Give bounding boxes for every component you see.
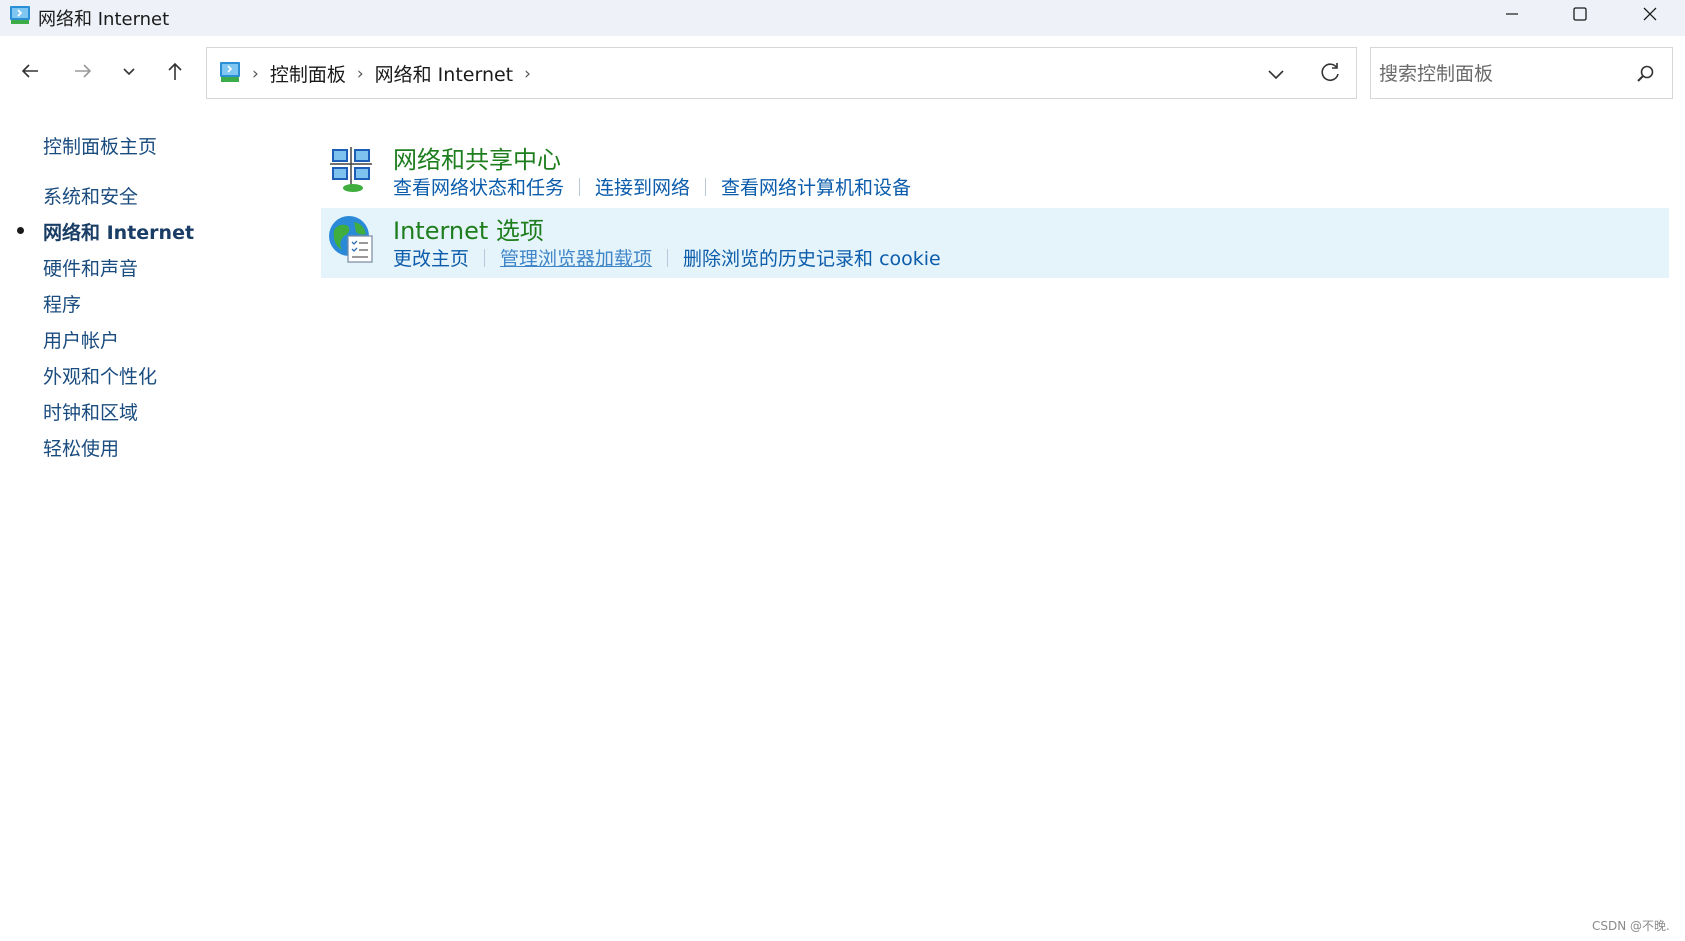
category-links: 更改主页 管理浏览器加载项 删除浏览的历史记录和 cookie [393,244,941,271]
address-history-dropdown[interactable] [1262,61,1290,87]
breadcrumb-network-internet[interactable]: 网络和 Internet [375,60,513,87]
link-divider [484,248,486,267]
back-button[interactable] [14,57,46,89]
sidebar-item-clock-region[interactable]: 时钟和区域 [43,398,138,425]
sidebar-item-programs[interactable]: 程序 [43,290,81,317]
recent-locations-button[interactable] [113,57,145,89]
sidebar-item-ease-of-access[interactable]: 轻松使用 [43,434,119,461]
chevron-down-icon [1262,70,1290,91]
breadcrumb-control-panel[interactable]: 控制面板 [270,60,346,87]
sidebar-item-system-security[interactable]: 系统和安全 [43,182,138,209]
link-view-network-status[interactable]: 查看网络状态和任务 [393,173,564,200]
network-sharing-icon[interactable] [326,141,378,195]
sidebar-item-user-accounts[interactable]: 用户帐户 [43,326,119,353]
breadcrumb-separator[interactable]: › [357,64,364,84]
link-view-network-computers[interactable]: 查看网络计算机和设备 [721,173,911,200]
up-button[interactable] [159,57,191,89]
search-input[interactable] [1379,60,1619,88]
arrow-up-icon [164,60,186,86]
active-bullet [17,227,24,234]
link-divider [667,248,669,267]
link-delete-browsing-history[interactable]: 删除浏览的历史记录和 cookie [683,244,941,271]
maximize-button[interactable] [1545,0,1615,32]
arrow-left-icon [19,60,41,86]
breadcrumb: › 控制面板 › 网络和 Internet › [252,60,542,87]
close-button[interactable] [1615,0,1685,32]
sidebar-item-home[interactable]: 控制面板主页 [43,132,157,159]
control-panel-icon [218,60,244,84]
sidebar-item-hardware-sound[interactable]: 硬件和声音 [43,254,138,281]
breadcrumb-separator[interactable]: › [524,64,531,84]
internet-options-icon[interactable] [326,212,378,266]
link-divider [579,177,581,196]
sidebar-item-network-internet[interactable]: 网络和 Internet [43,218,194,245]
link-divider [705,177,707,196]
refresh-icon [1317,63,1343,90]
category-title-network-sharing[interactable]: 网络和共享中心 [393,140,561,175]
close-icon [1642,6,1658,27]
link-change-homepage[interactable]: 更改主页 [393,244,469,271]
forward-button[interactable] [67,57,99,89]
breadcrumb-separator[interactable]: › [252,64,259,84]
search-icon[interactable] [1634,63,1656,85]
maximize-icon [1572,6,1588,27]
title-bar: 网络和 Internet [0,0,1685,36]
search-box[interactable] [1370,47,1673,99]
category-title-internet-options[interactable]: Internet 选项 [393,211,544,246]
category-internet-options: Internet 选项 更改主页 管理浏览器加载项 删除浏览的历史记录和 coo… [321,208,1669,278]
control-panel-icon [9,4,33,26]
category-network-sharing: 网络和共享中心 查看网络状态和任务 连接到网络 查看网络计算机和设备 [321,137,1669,207]
chevron-down-icon [120,62,138,84]
address-bar[interactable]: › 控制面板 › 网络和 Internet › [206,47,1357,99]
link-connect-to-network[interactable]: 连接到网络 [595,173,690,200]
link-manage-addons[interactable]: 管理浏览器加载项 [500,244,652,271]
minimize-button[interactable] [1477,0,1547,32]
window-title: 网络和 Internet [38,9,170,30]
refresh-button[interactable] [1317,60,1343,86]
control-panel-window: 网络和 Internet › 控制面板 › 网络和 Internet › 搜索控… [0,0,1685,941]
sidebar-item-appearance[interactable]: 外观和个性化 [43,362,157,389]
watermark: CSDN @不晚. [1592,919,1670,933]
arrow-right-icon [72,60,94,86]
minimize-icon [1504,6,1520,27]
category-links: 查看网络状态和任务 连接到网络 查看网络计算机和设备 [393,173,911,200]
